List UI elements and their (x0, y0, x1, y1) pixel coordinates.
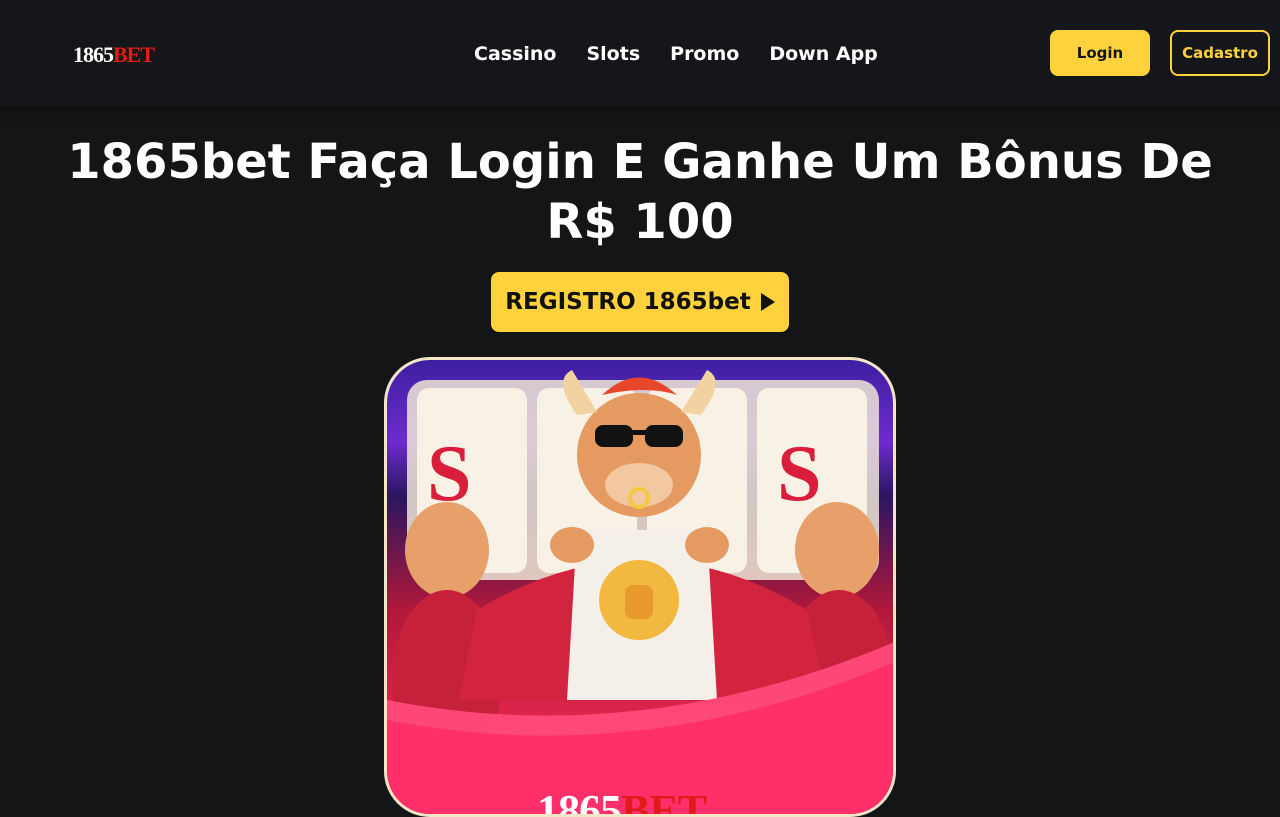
card-logo-brand: BET (621, 786, 707, 817)
cta-label: REGISTRO 1865bet (505, 289, 751, 315)
site-logo[interactable]: 1865BET (73, 42, 155, 68)
logo-number: 1865 (73, 42, 114, 67)
main-nav: Cassino Slots Promo Down App (474, 40, 878, 68)
svg-text:S: S (777, 430, 822, 518)
card-logo: 1865BET (537, 786, 707, 817)
nav-item-slots[interactable]: Slots (586, 40, 640, 68)
logo-brand: BET (113, 42, 155, 67)
fortune-ox-illustration: S S (387, 370, 893, 814)
page-title: 1865bet Faça Login E Ganhe Um Bônus De R… (67, 134, 1213, 250)
login-button[interactable]: Login (1050, 30, 1150, 76)
site-header: 1865BET Cassino Slots Promo Down App Log… (0, 0, 1280, 106)
play-icon (760, 293, 775, 311)
register-cta-button[interactable]: REGISTRO 1865bet (491, 272, 789, 332)
card-logo-number: 1865 (537, 786, 622, 817)
register-button[interactable]: Cadastro (1170, 30, 1270, 76)
nav-item-down-app[interactable]: Down App (769, 40, 877, 68)
nav-item-cassino[interactable]: Cassino (474, 40, 556, 68)
game-promo-image[interactable]: S S 1865BET (384, 357, 896, 817)
nav-item-promo[interactable]: Promo (670, 40, 739, 68)
